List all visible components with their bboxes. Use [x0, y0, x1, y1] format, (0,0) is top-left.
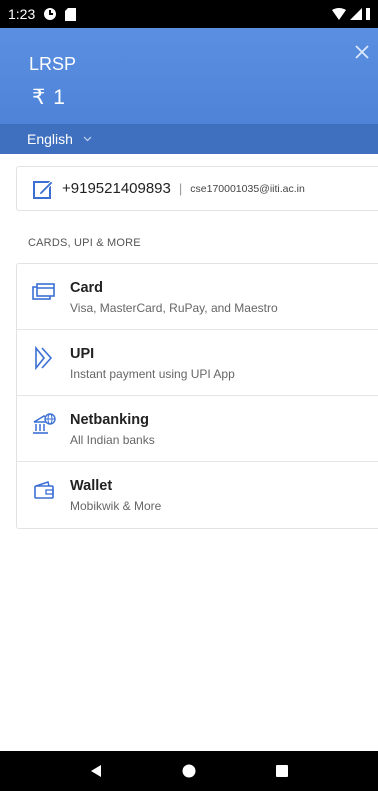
payment-methods: Card Visa, MasterCard, RuPay, and Maestr… — [16, 263, 378, 529]
method-wallet-description: Mobikwik & More — [70, 499, 162, 513]
contact-details[interactable]: +919521409893 | cse170001035@iiti.ac.in — [16, 166, 378, 211]
status-bar: 1:23 — [0, 0, 378, 28]
method-netbanking-description: All Indian banks — [70, 433, 155, 447]
contact-phone: +919521409893 — [62, 180, 171, 197]
method-card-name: Card — [70, 280, 104, 296]
section-title: CARDS, UPI & MORE — [28, 237, 141, 249]
recents-icon — [275, 765, 288, 777]
method-upi[interactable]: UPI Instant payment using UPI App — [17, 330, 378, 396]
payment-amount: ₹ 1 — [32, 86, 66, 109]
close-button[interactable] — [352, 42, 372, 62]
language-selector[interactable]: English — [0, 124, 378, 154]
method-wallet-name: Wallet — [70, 478, 113, 494]
battery-icon — [366, 8, 370, 20]
close-icon — [355, 45, 369, 59]
system-nav-bar — [0, 751, 378, 791]
language-label: English — [27, 131, 73, 147]
signal-icon — [350, 8, 362, 20]
back-icon — [91, 765, 102, 777]
wifi-icon — [332, 8, 346, 20]
merchant-name: LRSP — [29, 54, 77, 74]
data-saver-icon — [43, 7, 57, 21]
method-netbanking[interactable]: Netbanking All Indian banks — [17, 396, 378, 462]
checkout-header: LRSP ₹ 1 English — [0, 28, 378, 154]
upi-icon — [32, 346, 56, 370]
chevron-down-icon — [83, 136, 92, 142]
contact-separator: | — [178, 181, 183, 196]
sd-card-icon — [65, 7, 77, 21]
method-card-description: Visa, MasterCard, RuPay, and Maestro — [70, 301, 278, 315]
method-netbanking-name: Netbanking — [70, 412, 149, 428]
home-icon — [182, 764, 196, 778]
wallet-icon — [32, 478, 56, 502]
edit-icon[interactable] — [32, 178, 54, 200]
method-card[interactable]: Card Visa, MasterCard, RuPay, and Maestr… — [17, 264, 378, 330]
back-button[interactable] — [81, 756, 111, 786]
method-upi-name: UPI — [70, 346, 95, 362]
recents-button[interactable] — [267, 756, 297, 786]
method-upi-description: Instant payment using UPI App — [70, 367, 235, 381]
card-icon — [32, 280, 56, 304]
home-button[interactable] — [174, 756, 204, 786]
bank-icon — [32, 412, 56, 436]
contact-email: cse170001035@iiti.ac.in — [190, 182, 305, 195]
method-wallet[interactable]: Wallet Mobikwik & More — [17, 462, 378, 528]
status-time: 1:23 — [8, 6, 36, 22]
